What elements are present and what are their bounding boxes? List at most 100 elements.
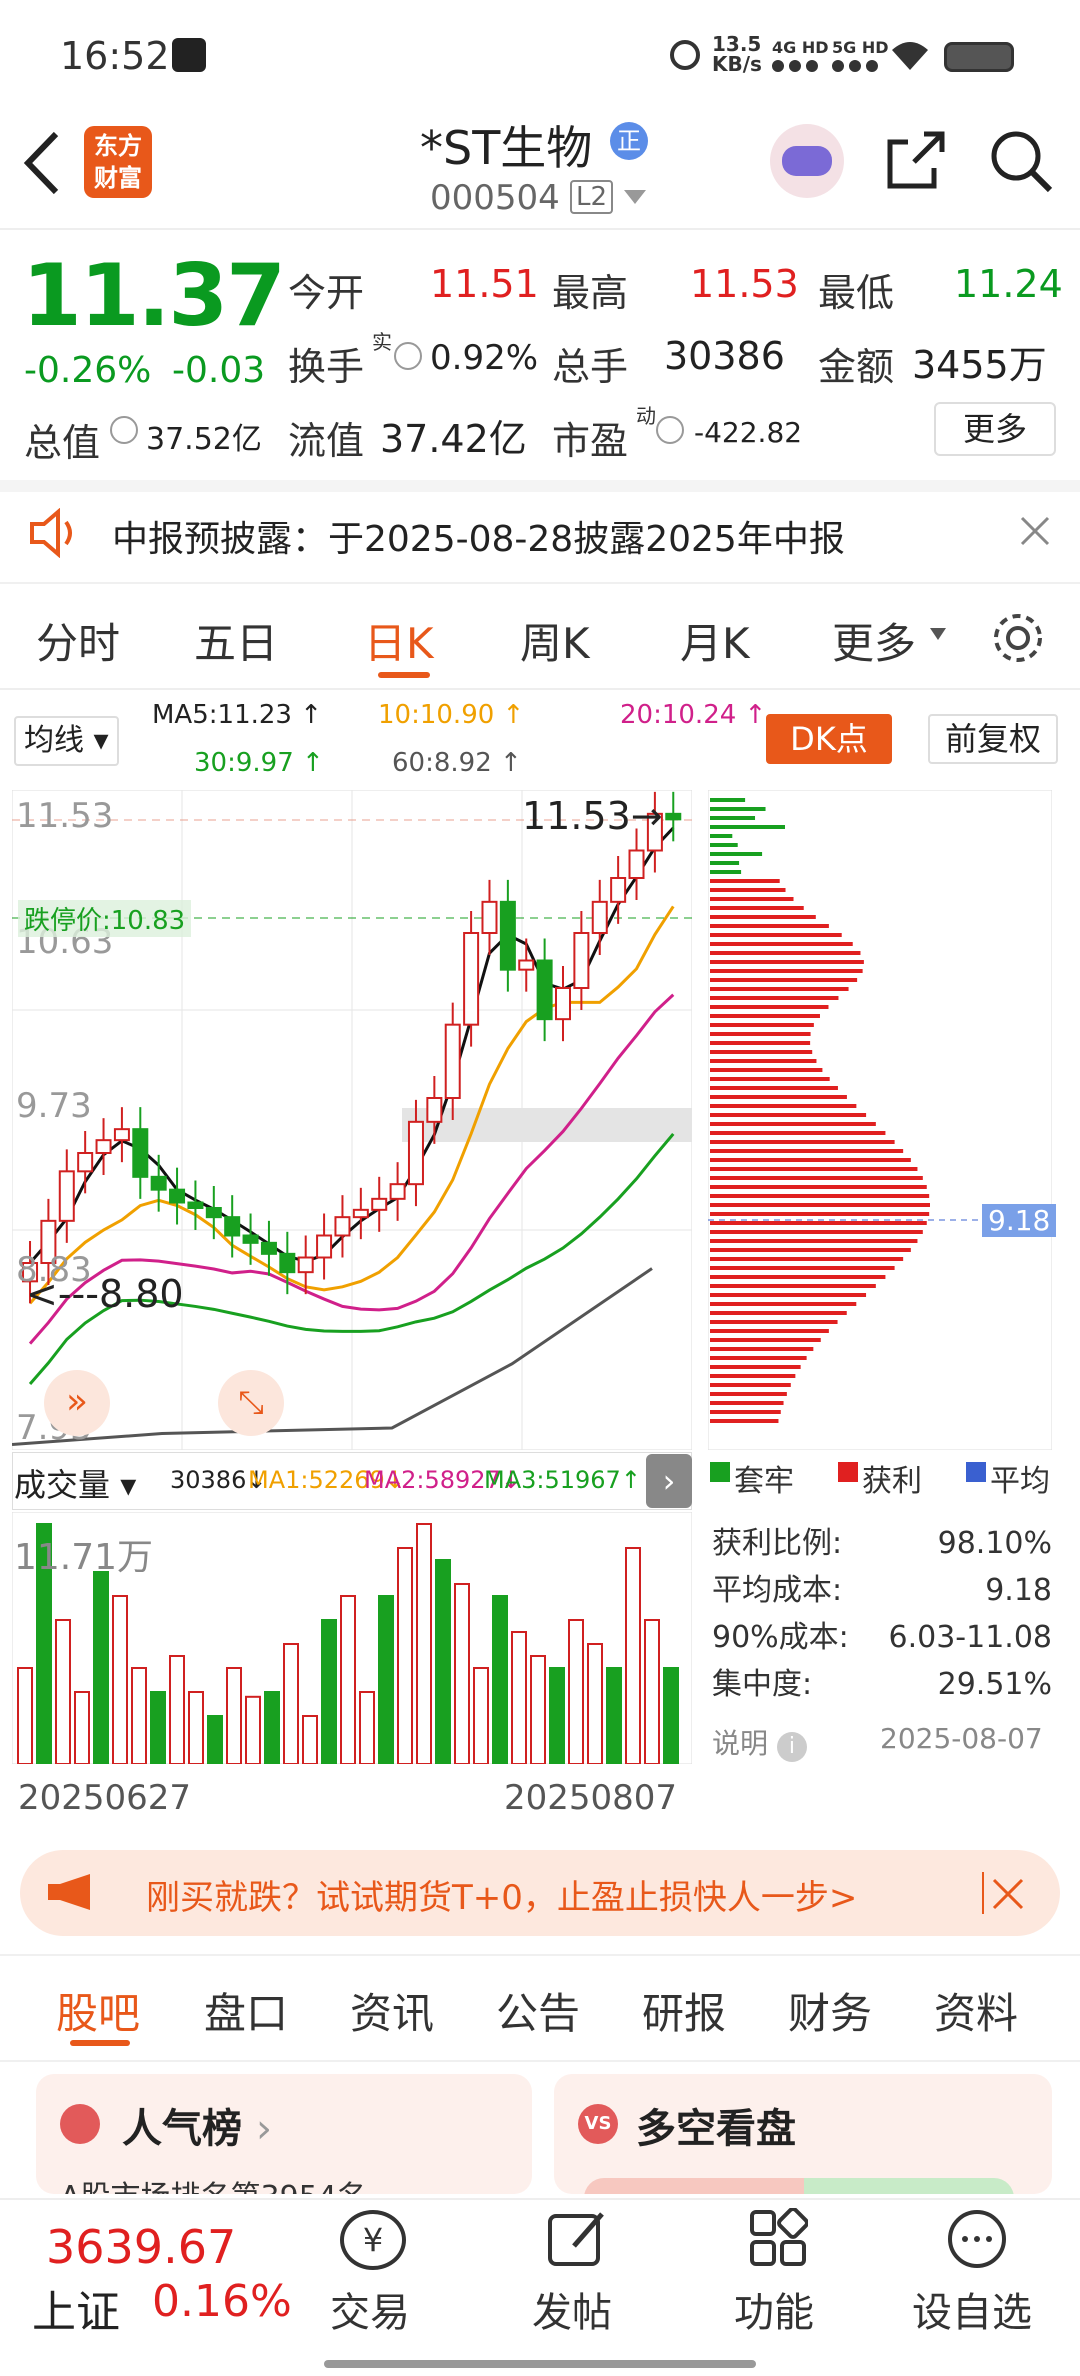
nav-function[interactable]: 功能	[734, 2280, 814, 2338]
volume-max-label: 11.71万	[14, 1528, 153, 1580]
volume-bar	[170, 1656, 184, 1764]
chevron-down-icon[interactable]	[930, 628, 946, 640]
volume-bar	[531, 1656, 545, 1764]
candle-body	[78, 1153, 92, 1171]
volume-selector[interactable]: 成交量 ▾	[14, 1460, 136, 1506]
chip-bar	[710, 1311, 847, 1315]
chip-bar	[710, 1131, 885, 1135]
tab-news[interactable]: 资讯	[350, 1980, 434, 2041]
chip-bar	[710, 1077, 830, 1081]
chip-bar	[710, 1068, 822, 1072]
chip-bar	[710, 1383, 791, 1387]
pe-value: -422.82	[694, 416, 802, 449]
ma-selector[interactable]: 均线 ▾	[14, 716, 119, 766]
bull-bear-card[interactable]: VS 多空看盘	[554, 2074, 1052, 2194]
info-icon[interactable]: i	[777, 1732, 807, 1762]
chip-bar	[710, 1266, 895, 1270]
nav-post[interactable]: 发帖	[532, 2280, 612, 2338]
adjust-button[interactable]: 前复权	[928, 714, 1058, 764]
index-change[interactable]: 0.16%	[152, 2276, 292, 2327]
expand-left-icon[interactable]: »	[44, 1370, 110, 1436]
chip-bar	[710, 1320, 838, 1324]
robot-assistant-icon[interactable]	[770, 124, 844, 198]
tab-wuri[interactable]: 五日	[194, 610, 278, 671]
index-name[interactable]: 上证	[32, 2276, 120, 2340]
stock-title[interactable]: *ST生物	[420, 112, 592, 178]
tab-finance[interactable]: 财务	[788, 1980, 872, 2041]
volume-bar	[588, 1644, 602, 1764]
fullscreen-icon[interactable]: ⤡	[218, 1370, 284, 1436]
wifi-icon	[890, 40, 930, 72]
bear-vote-bar[interactable]	[804, 2178, 1014, 2194]
volume-value: 30386	[664, 334, 785, 378]
candle-body	[207, 1208, 221, 1217]
chevron-down-icon[interactable]	[624, 190, 646, 204]
chip-bar	[710, 1248, 911, 1252]
bull-vote-bar[interactable]	[584, 2178, 804, 2194]
stock-code: 000504	[430, 178, 560, 218]
price-axis-label: 11.53	[16, 796, 113, 836]
back-icon[interactable]	[22, 130, 62, 196]
chip-stat-row: 平均成本: 9.18	[712, 1567, 1052, 1614]
open-label: 今开	[288, 262, 364, 317]
volume-bar	[341, 1596, 355, 1764]
low-marker: <---8.80	[26, 1272, 184, 1316]
tab-monthly-k[interactable]: 月K	[680, 610, 750, 671]
candle-body	[170, 1190, 184, 1203]
tab-weekly-k[interactable]: 周K	[520, 610, 590, 671]
nav-add-watchlist[interactable]: 设自选	[912, 2280, 1032, 2338]
chip-band	[402, 1108, 692, 1142]
post-icon[interactable]	[546, 2208, 608, 2270]
tab-research[interactable]: 研报	[642, 1980, 726, 2041]
chip-date: 2025-08-07	[880, 1722, 1043, 1755]
chip-bar	[710, 1356, 807, 1360]
chip-stat-row: 集中度: 29.51%	[712, 1661, 1052, 1708]
more-button[interactable]: 更多	[934, 402, 1056, 456]
candle-body	[630, 851, 644, 879]
volume-bar	[18, 1668, 32, 1764]
volume-bar	[417, 1524, 431, 1764]
tab-fenshi[interactable]: 分时	[36, 610, 120, 671]
nav-trade[interactable]: 交易	[330, 2280, 410, 2338]
ma60-value: 60:8.92 ↑	[392, 748, 522, 778]
share-icon[interactable]	[884, 128, 948, 192]
tab-profile[interactable]: 资料	[934, 1980, 1018, 2041]
divider	[0, 1954, 1080, 1956]
tab-guba[interactable]: 股吧	[56, 1980, 140, 2041]
promo-text: 刚买就跌？试试期货T+0，止盈止损快人一步>	[146, 1870, 857, 1919]
last-price: 11.37	[22, 246, 284, 346]
settings-gear-icon[interactable]	[990, 610, 1046, 666]
close-icon[interactable]	[1020, 516, 1050, 546]
tab-pankou[interactable]: 盘口	[204, 1980, 288, 2041]
broker-logo[interactable]: 东方 财富	[84, 126, 152, 198]
info-icon[interactable]	[394, 342, 422, 370]
volume-bar	[208, 1716, 222, 1764]
kline-chart[interactable]	[12, 790, 692, 1450]
info-icon[interactable]	[656, 416, 684, 444]
chip-stat-row: 获利比例: 98.10%	[712, 1520, 1052, 1567]
info-icon[interactable]	[110, 416, 138, 444]
tab-announcements[interactable]: 公告	[496, 1980, 580, 2041]
trade-icon[interactable]: ¥	[340, 2210, 406, 2270]
candle-body	[427, 1098, 441, 1122]
add-watchlist-icon[interactable]	[946, 2208, 1008, 2270]
signal-bars-icon	[772, 58, 818, 72]
close-icon[interactable]	[990, 1876, 1026, 1912]
popularity-card[interactable]: 人气榜 › A股市场排名第3954名	[36, 2074, 532, 2194]
tab-daily-k[interactable]: 日K	[364, 610, 434, 671]
chip-bar	[710, 1140, 895, 1144]
search-icon[interactable]	[988, 128, 1054, 194]
volume-bar	[246, 1697, 260, 1764]
chip-bar	[710, 861, 739, 865]
index-value[interactable]: 3639.67	[46, 2220, 236, 2274]
tab-more[interactable]: 更多	[832, 610, 916, 671]
divider	[982, 1872, 984, 1914]
change-pct: -0.26%	[24, 350, 151, 391]
chevron-right-icon[interactable]: ›	[646, 1454, 692, 1508]
chip-note[interactable]: 说明 i	[712, 1722, 807, 1762]
volume-bar	[151, 1692, 165, 1764]
candle-body	[354, 1210, 368, 1217]
dk-point-button[interactable]: DK点	[766, 714, 892, 764]
chip-bar	[710, 1419, 778, 1423]
function-grid-icon[interactable]	[748, 2208, 808, 2268]
